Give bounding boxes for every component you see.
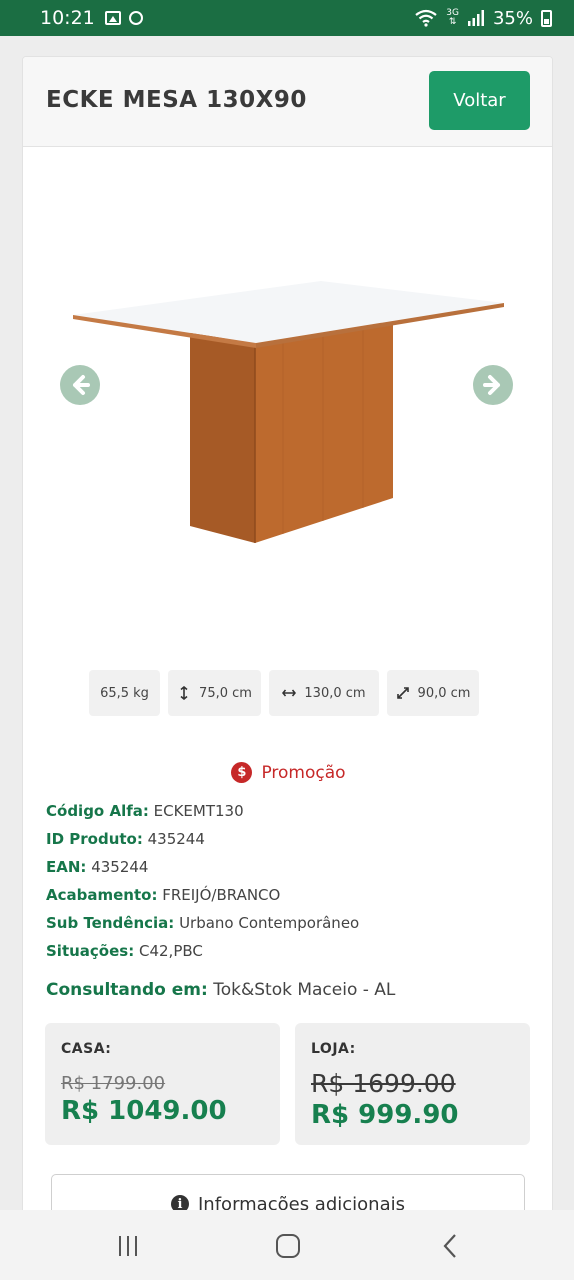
dimensions-row: 65,5 kg 75,0 cm 130,0 cm 90,0 cm [23,670,552,716]
price-loja-new: R$ 999.90 [311,1100,459,1130]
gallery-notification-icon [104,11,121,25]
store-location: Consultando em: Tok&Stok Maceio - AL [46,980,396,1000]
price-box-loja: LOJA: R$ 1699.00 R$ 999.90 [295,1023,530,1145]
price-casa-label: CASA: [61,1041,112,1057]
signal-icon [467,10,484,26]
weight-chip: 65,5 kg [89,670,160,716]
spec-codigo-alfa: Código Alfa: ECKEMT130 [46,802,244,820]
depth-arrow-icon [396,687,409,699]
battery-icon [541,9,552,27]
wifi-icon [415,9,437,27]
price-casa-old: R$ 1799.00 [61,1073,166,1094]
height-arrow-icon [180,686,188,700]
status-bar: 10:21 3G ⇅ 35% [0,0,574,36]
chevron-left-icon [443,1234,456,1258]
promotion-badge: $ Promoção [23,762,552,783]
card-header: ECKE MESA 130X90 Voltar [23,57,552,147]
price-box-casa: CASA: R$ 1799.00 R$ 1049.00 [45,1023,280,1145]
price-loja-old: R$ 1699.00 [311,1069,456,1098]
battery-percent: 35% [492,7,533,29]
spec-ean: EAN: 435244 [46,858,149,876]
home-icon [276,1234,300,1258]
height-chip: 75,0 cm [168,670,261,716]
price-casa-new: R$ 1049.00 [61,1096,227,1126]
recent-apps-button[interactable] [108,1232,148,1260]
product-title: ECKE MESA 130X90 [46,87,307,113]
back-nav-button[interactable] [430,1232,470,1260]
arrow-right-icon [483,375,500,395]
product-specs: Código Alfa: ECKEMT130 ID Produto: 43524… [46,802,359,970]
spec-sub-tendencia: Sub Tendência: Urbano Contemporâneo [46,914,360,932]
recent-apps-icon [119,1236,137,1256]
network-type: 3G ⇅ [446,8,459,27]
dollar-icon: $ [231,762,253,783]
price-loja-label: LOJA: [311,1041,356,1057]
next-image-button[interactable] [473,365,513,405]
previous-image-button[interactable] [60,365,100,405]
status-time: 10:21 [40,7,95,29]
arrow-left-icon [73,375,90,395]
image-carousel[interactable] [23,148,552,648]
spec-acabamento: Acabamento: FREIJÓ/BRANCO [46,886,281,904]
product-card: ECKE MESA 130X90 Voltar 65,5 kg 75,0 cm … [22,56,553,1216]
promotion-label: Promoção [261,762,346,783]
width-chip: 130,0 cm [269,670,379,716]
width-arrow-icon [282,689,297,697]
depth-chip: 90,0 cm [387,670,479,716]
system-navigation-bar [0,1210,574,1280]
home-button[interactable] [268,1232,308,1260]
back-button[interactable]: Voltar [429,71,530,130]
spec-id-produto: ID Produto: 435244 [46,830,205,848]
product-image [73,281,504,543]
spec-situacoes: Situações: C42,PBC [46,942,203,960]
sync-notification-icon [128,11,143,25]
